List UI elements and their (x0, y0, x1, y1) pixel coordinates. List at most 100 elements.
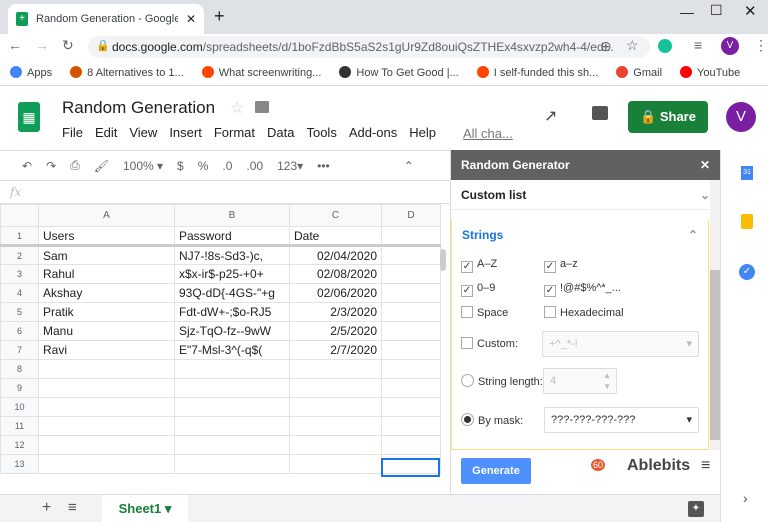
cell[interactable] (381, 283, 441, 303)
currency-button[interactable]: $ (177, 159, 184, 173)
row-header[interactable]: 7 (0, 340, 39, 360)
cell[interactable]: Date (289, 226, 382, 246)
close-panel-icon[interactable]: ✕ (700, 158, 710, 172)
bookmark-item[interactable]: 8 Alternatives to 1... (70, 66, 184, 79)
cell[interactable]: 2/3/2020 (289, 302, 382, 322)
cell[interactable]: 02/04/2020 (289, 245, 382, 265)
az-checkbox[interactable]: ✓ A–Z (461, 258, 497, 273)
cell[interactable] (289, 416, 382, 436)
custom-list-section[interactable]: Custom list ⌄ (451, 180, 720, 210)
cell[interactable] (381, 226, 441, 246)
stepper-icon[interactable]: ▲ ▼ (603, 370, 611, 392)
cell[interactable]: Rahul (38, 264, 175, 284)
cell[interactable]: Pratik (38, 302, 175, 322)
cell[interactable] (381, 264, 441, 284)
cell[interactable] (289, 435, 382, 455)
by-mask-radio[interactable]: By mask: (461, 413, 523, 427)
back-icon[interactable]: ← (8, 37, 22, 53)
zoom-select[interactable]: 100% ▾ (123, 159, 163, 173)
custom-checkbox[interactable]: Custom: (461, 337, 518, 350)
minimize-button[interactable]: — (680, 4, 694, 20)
collapse-toolbar-icon[interactable]: ⌃ (404, 159, 414, 173)
menu-item-format[interactable]: Format (214, 125, 255, 140)
calendar-icon[interactable]: 31 (741, 166, 753, 180)
row-header[interactable]: 13 (0, 454, 39, 474)
star-icon[interactable]: ☆ (230, 98, 244, 118)
expand-panel-icon[interactable]: › (743, 490, 748, 506)
cell[interactable]: 02/06/2020 (289, 283, 382, 303)
symbols-checkbox[interactable]: ✓ !@#$%^*_... (544, 282, 621, 297)
corner-cell[interactable] (0, 204, 39, 227)
cell[interactable] (381, 435, 441, 455)
bookmark-item[interactable]: I self-funded this sh... (476, 66, 598, 79)
row-header[interactable]: 9 (0, 378, 39, 398)
column-header[interactable]: B (174, 204, 290, 227)
cell[interactable] (381, 302, 441, 322)
zoom-icon[interactable]: ⊕ (600, 38, 612, 55)
bookmark-item[interactable]: YouTube (680, 66, 740, 79)
row-header[interactable]: 6 (0, 321, 39, 341)
menu-item-help[interactable]: Help (409, 125, 436, 140)
cell[interactable] (289, 359, 382, 379)
increase-decimal-button[interactable]: .00 (246, 159, 263, 173)
cell[interactable]: Sam (38, 245, 175, 265)
cell[interactable]: Fdt-dW+-;$o-RJ5 (174, 302, 290, 322)
menu-item-insert[interactable]: Insert (169, 125, 202, 140)
cell[interactable] (381, 359, 441, 379)
maximize-button[interactable]: ☐ (710, 2, 723, 19)
all-changes-link[interactable]: All cha... (463, 126, 513, 141)
document-title[interactable]: Random Generation (62, 98, 215, 118)
cell[interactable] (38, 378, 175, 398)
profile-avatar[interactable]: V (721, 37, 739, 55)
cell[interactable]: Sjz-TqO-fz--9wW (174, 321, 290, 341)
row-header[interactable]: 5 (0, 302, 39, 322)
browser-tab[interactable]: + Random Generation - Google Sh ✕ (8, 4, 204, 34)
cell[interactable] (174, 359, 290, 379)
cell[interactable] (381, 245, 441, 265)
menu-item-add-ons[interactable]: Add-ons (349, 125, 397, 140)
row-header[interactable]: 1 (0, 226, 39, 246)
new-tab-button[interactable]: + (214, 6, 225, 27)
bookmark-item[interactable]: Gmail (616, 66, 662, 79)
cell[interactable]: 93Q-dD{-4GS-"+g (174, 283, 290, 303)
cell[interactable] (174, 454, 290, 474)
selected-cell[interactable] (381, 458, 440, 477)
strings-header[interactable]: Strings ⌃ (452, 220, 708, 250)
url-input[interactable]: docs.google.com/spreadsheets/d/1boFzdBbS… (88, 36, 650, 58)
add-sheet-icon[interactable]: + (42, 499, 51, 517)
cell[interactable] (38, 416, 175, 436)
cell[interactable]: Akshay (38, 283, 175, 303)
column-header[interactable]: C (289, 204, 382, 227)
menu-item-edit[interactable]: Edit (95, 125, 117, 140)
cell[interactable]: 2/7/2020 (289, 340, 382, 360)
menu-item-view[interactable]: View (129, 125, 157, 140)
string-length-input[interactable]: 4 ▲ ▼ (543, 368, 617, 394)
grid-scrollbar[interactable] (440, 249, 446, 271)
column-header[interactable]: D (381, 204, 441, 227)
keep-icon[interactable] (741, 214, 753, 229)
menu-item-tools[interactable]: Tools (306, 125, 336, 140)
format-select[interactable]: 123▾ (277, 159, 303, 173)
cell[interactable] (289, 454, 382, 474)
cell[interactable]: Manu (38, 321, 175, 341)
paint-format-icon[interactable]: 🖌 (94, 159, 109, 173)
cell[interactable] (38, 359, 175, 379)
sheets-logo-icon[interactable]: ▦ (18, 102, 40, 132)
column-header[interactable]: A (38, 204, 175, 227)
cell[interactable] (38, 435, 175, 455)
percent-button[interactable]: % (198, 159, 209, 173)
cell[interactable]: Users (38, 226, 175, 246)
decrease-decimal-button[interactable]: .0 (222, 159, 232, 173)
menu-item-data[interactable]: Data (267, 125, 294, 140)
activity-trend-icon[interactable]: ↗ (544, 106, 557, 126)
cell[interactable] (381, 416, 441, 436)
row-header[interactable]: 10 (0, 397, 39, 417)
az-lower-checkbox[interactable]: ✓ a–z (544, 258, 578, 273)
cell[interactable]: E"7-Msl-3^(-q$( (174, 340, 290, 360)
bookmark-item[interactable]: What screenwriting... (201, 66, 321, 79)
cell[interactable] (381, 378, 441, 398)
undo-icon[interactable]: ↶ (22, 159, 32, 173)
cell[interactable] (381, 321, 441, 341)
share-button[interactable]: 🔒 Share (628, 101, 708, 133)
cell[interactable] (381, 397, 441, 417)
